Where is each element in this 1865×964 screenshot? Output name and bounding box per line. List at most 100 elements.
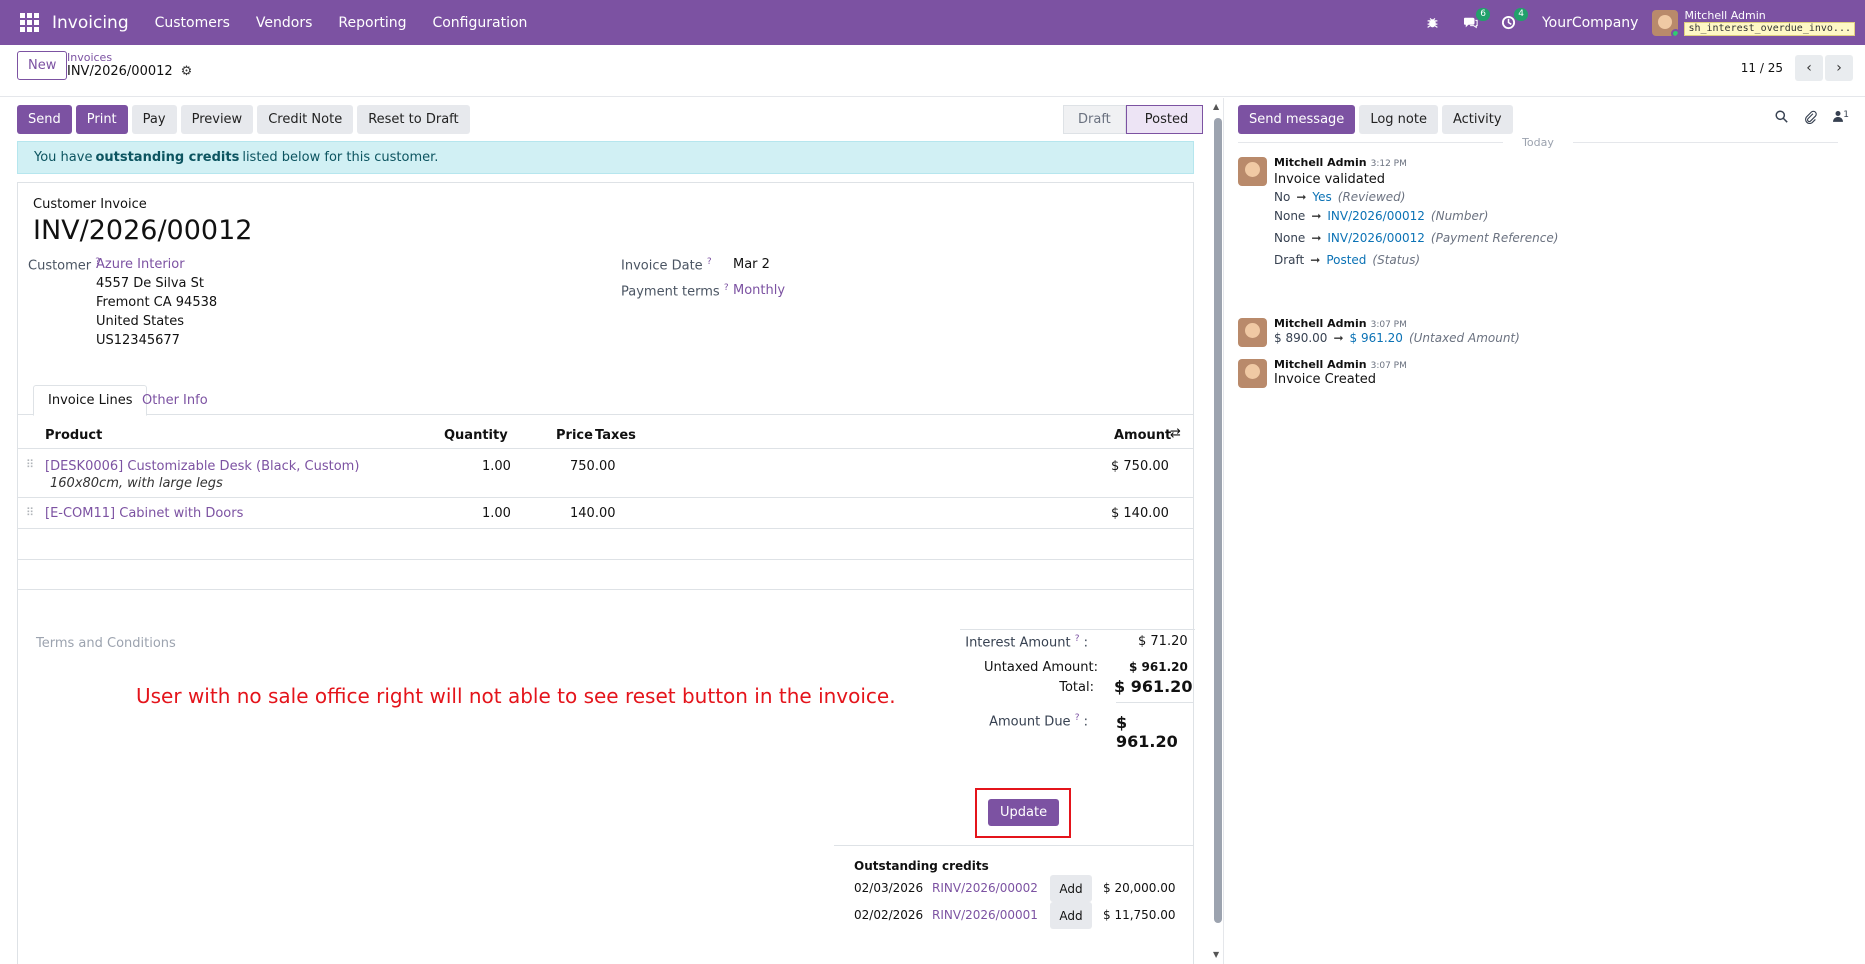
author-avatar[interactable] <box>1238 157 1267 186</box>
chatter-tools: 1 <box>1775 110 1849 128</box>
preview-button[interactable]: Preview <box>180 105 254 134</box>
top-navbar: Invoicing Customers Vendors Reporting Co… <box>0 0 1865 45</box>
line-price[interactable]: 750.00 <box>570 459 616 474</box>
interest-amount-label: Interest Amount ? : <box>965 634 1088 651</box>
col-product[interactable]: Product <box>45 428 102 443</box>
reset-to-draft-button[interactable]: Reset to Draft <box>357 105 470 134</box>
breadcrumb-current: INV/2026/00012 <box>67 64 173 79</box>
invoice-date-field[interactable]: Mar 2 <box>733 257 770 272</box>
col-taxes[interactable]: Taxes <box>595 428 636 443</box>
table-row[interactable]: ⠿ [DESK0006] Customizable Desk (Black, C… <box>18 451 1193 498</box>
credit-row: 02/02/2026 RINV/2026/00001 Add $ 11,750.… <box>854 902 1184 929</box>
total-divider <box>1116 702 1194 703</box>
user-menu[interactable]: Mitchell Admin sh_interest_overdue_invo.… <box>1684 8 1855 36</box>
new-button[interactable]: New <box>17 51 68 80</box>
pager-next-icon[interactable]: › <box>1825 55 1853 81</box>
tracking-change: None ➞ INV/2026/00012 (Payment Reference) <box>1274 231 1559 245</box>
app-name[interactable]: Invoicing <box>52 13 129 33</box>
col-quantity[interactable]: Quantity <box>444 428 508 443</box>
tab-other-info[interactable]: Other Info <box>128 385 222 416</box>
form-scrollbar[interactable]: ▲ ▼ <box>1213 98 1223 964</box>
status-draft[interactable]: Draft <box>1063 105 1126 134</box>
status-posted[interactable]: Posted <box>1125 105 1204 134</box>
messages-icon[interactable]: 6 <box>1460 7 1490 34</box>
drag-handle-icon[interactable]: ⠿ <box>26 506 34 519</box>
invoice-type: Customer Invoice <box>33 197 147 212</box>
outstanding-credits-alert: You have outstanding credits listed belo… <box>17 141 1194 174</box>
company-switcher[interactable]: YourCompany <box>1542 15 1639 31</box>
empty-row <box>18 530 1193 560</box>
line-quantity[interactable]: 1.00 <box>482 506 511 521</box>
notebook-tabs: Invoice Lines Other Info <box>18 385 1193 416</box>
activities-clock-icon[interactable]: 4 <box>1498 7 1528 34</box>
message-author[interactable]: Mitchell Admin <box>1274 317 1367 330</box>
messages-badge: 6 <box>1476 7 1490 21</box>
scroll-up-icon[interactable]: ▲ <box>1213 102 1219 111</box>
terms-and-conditions-field[interactable]: Terms and Conditions <box>36 636 176 651</box>
annotation-text: User with no sale office right will not … <box>136 684 896 708</box>
empty-row <box>18 560 1193 590</box>
menu-customers[interactable]: Customers <box>155 15 230 31</box>
menu-configuration[interactable]: Configuration <box>432 15 527 31</box>
col-amount[interactable]: Amount <box>1114 428 1171 443</box>
search-icon[interactable] <box>1775 110 1788 128</box>
add-credit-button[interactable]: Add <box>1050 875 1092 902</box>
customer-name[interactable]: Azure Interior <box>96 255 217 274</box>
message-body: Invoice validated <box>1274 172 1386 187</box>
drag-handle-icon[interactable]: ⠿ <box>26 458 34 471</box>
line-description[interactable]: 160x80cm, with large legs <box>50 476 223 491</box>
message-author[interactable]: Mitchell Admin <box>1274 358 1367 371</box>
table-row[interactable]: ⠿ [E-COM11] Cabinet with Doors 1.00 140.… <box>18 499 1193 529</box>
form-view: Send Print Pay Preview Credit Note Reset… <box>0 98 1212 964</box>
log-note-button[interactable]: Log note <box>1359 105 1438 134</box>
print-button[interactable]: Print <box>75 105 128 134</box>
payment-terms-field[interactable]: Monthly <box>733 283 785 298</box>
line-product[interactable]: [E-COM11] Cabinet with Doors <box>45 506 243 521</box>
credit-amount: $ 11,750.00 <box>1103 908 1176 922</box>
breadcrumb-invoices-link[interactable]: Invoices <box>67 51 192 65</box>
tracking-change: $ 890.00 ➞ $ 961.20 (Untaxed Amount) <box>1274 331 1520 345</box>
paperclip-icon[interactable] <box>1804 110 1818 128</box>
message-author[interactable]: Mitchell Admin <box>1274 156 1367 169</box>
online-status-dot <box>1671 28 1679 36</box>
scroll-down-icon[interactable]: ▼ <box>1213 950 1219 959</box>
col-price[interactable]: Price <box>556 428 593 443</box>
line-quantity[interactable]: 1.00 <box>482 459 511 474</box>
pager-previous-icon[interactable]: ‹ <box>1795 55 1823 81</box>
gear-icon[interactable]: ⚙ <box>181 65 193 79</box>
untaxed-amount-value: $ 961.20 <box>1129 660 1188 674</box>
apps-menu-icon[interactable] <box>16 10 42 36</box>
address-line: US12345677 <box>96 333 180 348</box>
totals-divider <box>960 629 1195 630</box>
control-panel: New Invoices INV/2026/00012 ⚙ 11 / 25 ‹ … <box>0 45 1865 97</box>
debug-bug-icon[interactable] <box>1422 12 1444 34</box>
pager-value[interactable]: 11 / 25 <box>1741 61 1783 75</box>
message-time: 3:12 PM <box>1370 159 1407 169</box>
send-button[interactable]: Send <box>17 105 72 134</box>
update-button[interactable]: Update <box>988 799 1060 826</box>
credit-ref-link[interactable]: RINV/2026/00001 <box>932 908 1038 922</box>
database-name: sh_interest_overdue_invo... <box>1684 21 1855 36</box>
date-separator: Today <box>1238 136 1838 149</box>
add-credit-button[interactable]: Add <box>1050 902 1092 929</box>
menu-reporting[interactable]: Reporting <box>338 15 406 31</box>
invoice-number: INV/2026/00012 <box>33 215 253 246</box>
credit-note-button[interactable]: Credit Note <box>257 105 354 134</box>
author-avatar[interactable] <box>1238 359 1267 388</box>
optional-columns-icon[interactable]: ⇄ <box>1170 426 1181 441</box>
scrollbar-thumb[interactable] <box>1214 118 1222 923</box>
credit-ref-link[interactable]: RINV/2026/00002 <box>932 881 1038 895</box>
send-message-button[interactable]: Send message <box>1238 105 1356 134</box>
followers-icon[interactable]: 1 <box>1833 110 1849 128</box>
menu-vendors[interactable]: Vendors <box>256 15 312 31</box>
customer-field[interactable]: Azure Interior 4557 De Silva St Fremont … <box>96 255 217 350</box>
user-name: Mitchell Admin <box>1684 8 1766 22</box>
user-avatar[interactable] <box>1652 9 1679 36</box>
tracking-change: No ➞ Yes (Reviewed) <box>1274 190 1406 204</box>
line-amount: $ 750.00 <box>1111 459 1169 474</box>
line-product[interactable]: [DESK0006] Customizable Desk (Black, Cus… <box>45 459 359 474</box>
activity-button[interactable]: Activity <box>1441 105 1513 134</box>
line-price[interactable]: 140.00 <box>570 506 616 521</box>
author-avatar[interactable] <box>1238 318 1267 347</box>
pay-button[interactable]: Pay <box>131 105 177 134</box>
